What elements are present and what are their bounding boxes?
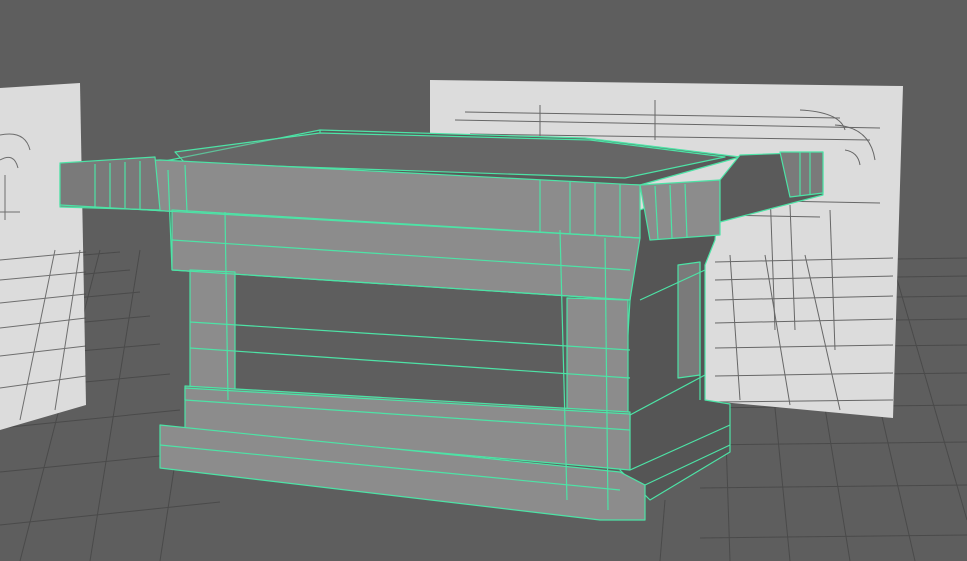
leg-back-right: [677, 261, 701, 379]
leg-front-right: [566, 297, 629, 416]
scene[interactable]: [0, 0, 967, 561]
left-image-plane[interactable]: [0, 83, 87, 430]
leg-front-left: [189, 269, 236, 391]
viewport-3d[interactable]: [0, 0, 967, 561]
tabletop-right-end: [639, 179, 721, 241]
